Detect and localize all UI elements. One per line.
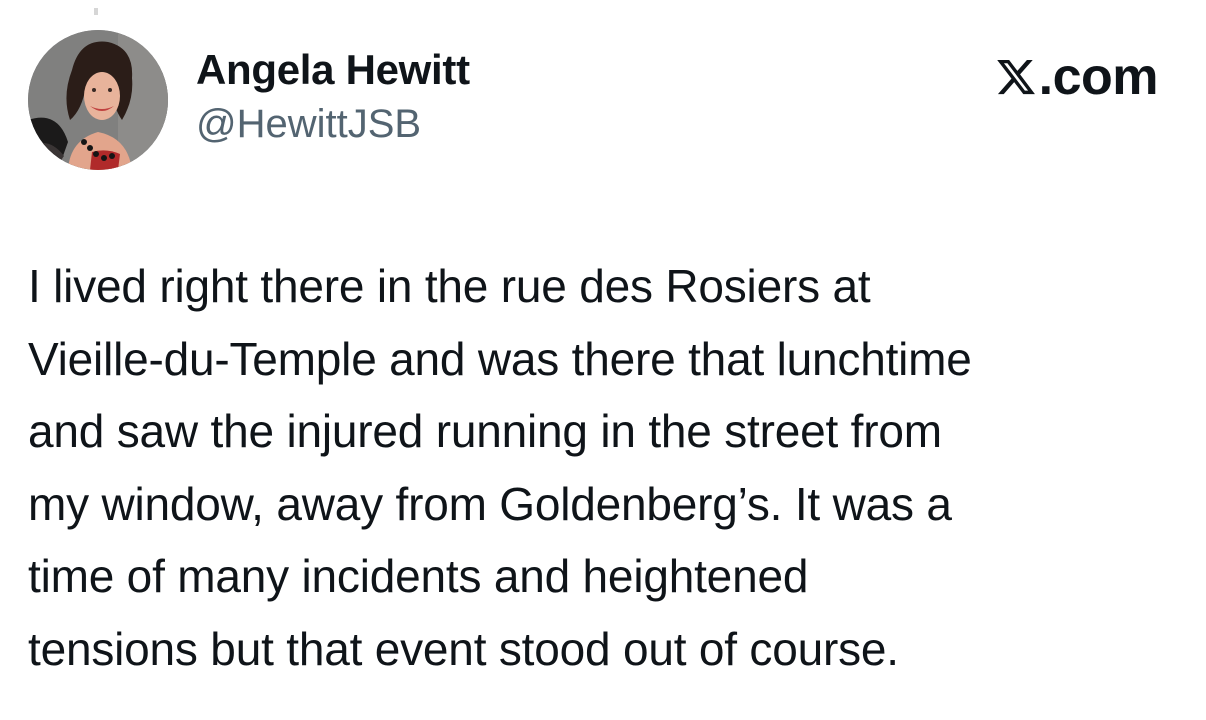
- profile-photo-icon: [28, 30, 168, 170]
- avatar[interactable]: [28, 30, 168, 170]
- author-block: Angela Hewitt @HewittJSB: [196, 44, 470, 150]
- decorative-dot: [94, 8, 98, 15]
- tweet-text-line: tensions but that event stood out of cou…: [28, 622, 899, 675]
- brand-suffix: .com: [1038, 48, 1159, 106]
- tweet-text-line: my window, away from Goldenberg’s. It wa…: [28, 477, 952, 530]
- x-logo-icon: [996, 59, 1035, 95]
- author-display-name[interactable]: Angela Hewitt: [196, 44, 470, 96]
- author-handle[interactable]: @HewittJSB: [196, 98, 470, 150]
- brand-watermark: .com: [995, 44, 1159, 110]
- tweet-text-line: and saw the injured running in the stree…: [28, 405, 942, 457]
- tweet-text-line: I lived right there in the rue des Rosie…: [28, 260, 871, 312]
- tweet-text: I lived right there in the rue des Rosie…: [28, 250, 1188, 685]
- tweet-card: Angela Hewitt @HewittJSB .com I lived ri…: [0, 0, 1206, 720]
- tweet-text-line: time of many incidents and heightened: [28, 550, 809, 602]
- tweet-text-line: Vieille-du-Temple and was there that lun…: [28, 332, 972, 385]
